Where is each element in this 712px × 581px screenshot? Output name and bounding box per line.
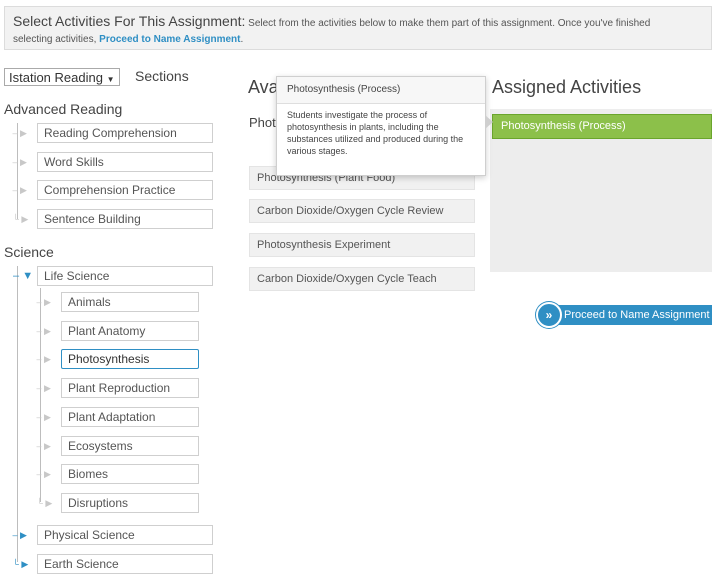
proceed-link[interactable]: Proceed to Name Assignment — [99, 34, 240, 45]
instructions-header: Select Activities For This Assignment: S… — [4, 6, 712, 50]
double-chevron-right-icon: » — [536, 302, 562, 328]
expand-arrow-icon: – ▶ — [34, 354, 51, 364]
activity-category-label: Phot — [249, 115, 276, 130]
expand-arrow-icon: – ▶ — [34, 297, 51, 307]
assigned-activity-item[interactable]: Photosynthesis (Process) — [492, 114, 712, 139]
group-title-science: Science — [4, 244, 54, 260]
expand-arrow-icon: └ ▶ — [10, 214, 29, 224]
expand-arrow-icon: └ ▶ — [34, 498, 53, 508]
expand-arrow-icon: – ▶ — [34, 441, 51, 451]
instructions-text: Select from the activities below to make… — [245, 18, 651, 29]
program-select[interactable]: Istation Reading ▼ — [4, 68, 120, 86]
expanded-triangle-icon[interactable]: – ▼ — [10, 266, 36, 286]
activity-card[interactable]: Carbon Dioxide/Oxygen Cycle Review — [249, 199, 475, 223]
activity-tooltip: Photosynthesis (Process) Students invest… — [276, 76, 493, 176]
group-title-advanced-reading: Advanced Reading — [4, 101, 123, 117]
activity-card[interactable]: Carbon Dioxide/Oxygen Cycle Teach — [249, 267, 475, 291]
collapsed-triangle-icon[interactable]: └ ▶ — [10, 554, 36, 574]
dropdown-arrow-icon: ▼ — [106, 75, 115, 84]
expand-arrow-icon: – ▶ — [10, 128, 27, 138]
tooltip-description: Students investigate the process of phot… — [287, 110, 464, 156]
expand-arrow-icon: – ▶ — [10, 157, 27, 167]
available-activities-title: Ava — [248, 77, 279, 97]
page-title: Select Activities For This Assignment — [13, 13, 242, 29]
tree-connector — [17, 266, 18, 562]
tooltip-pointer — [485, 115, 493, 129]
assigned-activities-title: Assigned Activities — [492, 77, 642, 97]
collapsed-triangle-icon[interactable]: – ▶ — [10, 525, 36, 545]
activity-card[interactable]: Photosynthesis Experiment — [249, 233, 475, 257]
expand-arrow-icon: – ▶ — [34, 383, 51, 393]
expand-arrow-icon: – ▶ — [34, 326, 51, 336]
expand-arrow-icon: – ▶ — [34, 469, 51, 479]
expand-arrow-icon: – ▶ — [10, 185, 27, 195]
expand-arrow-icon: – ▶ — [34, 412, 51, 422]
proceed-to-name-assignment-button[interactable]: » Proceed to Name Assignment — [536, 302, 712, 328]
sections-label: Sections — [135, 68, 189, 84]
tooltip-title: Photosynthesis (Process) — [277, 77, 485, 104]
